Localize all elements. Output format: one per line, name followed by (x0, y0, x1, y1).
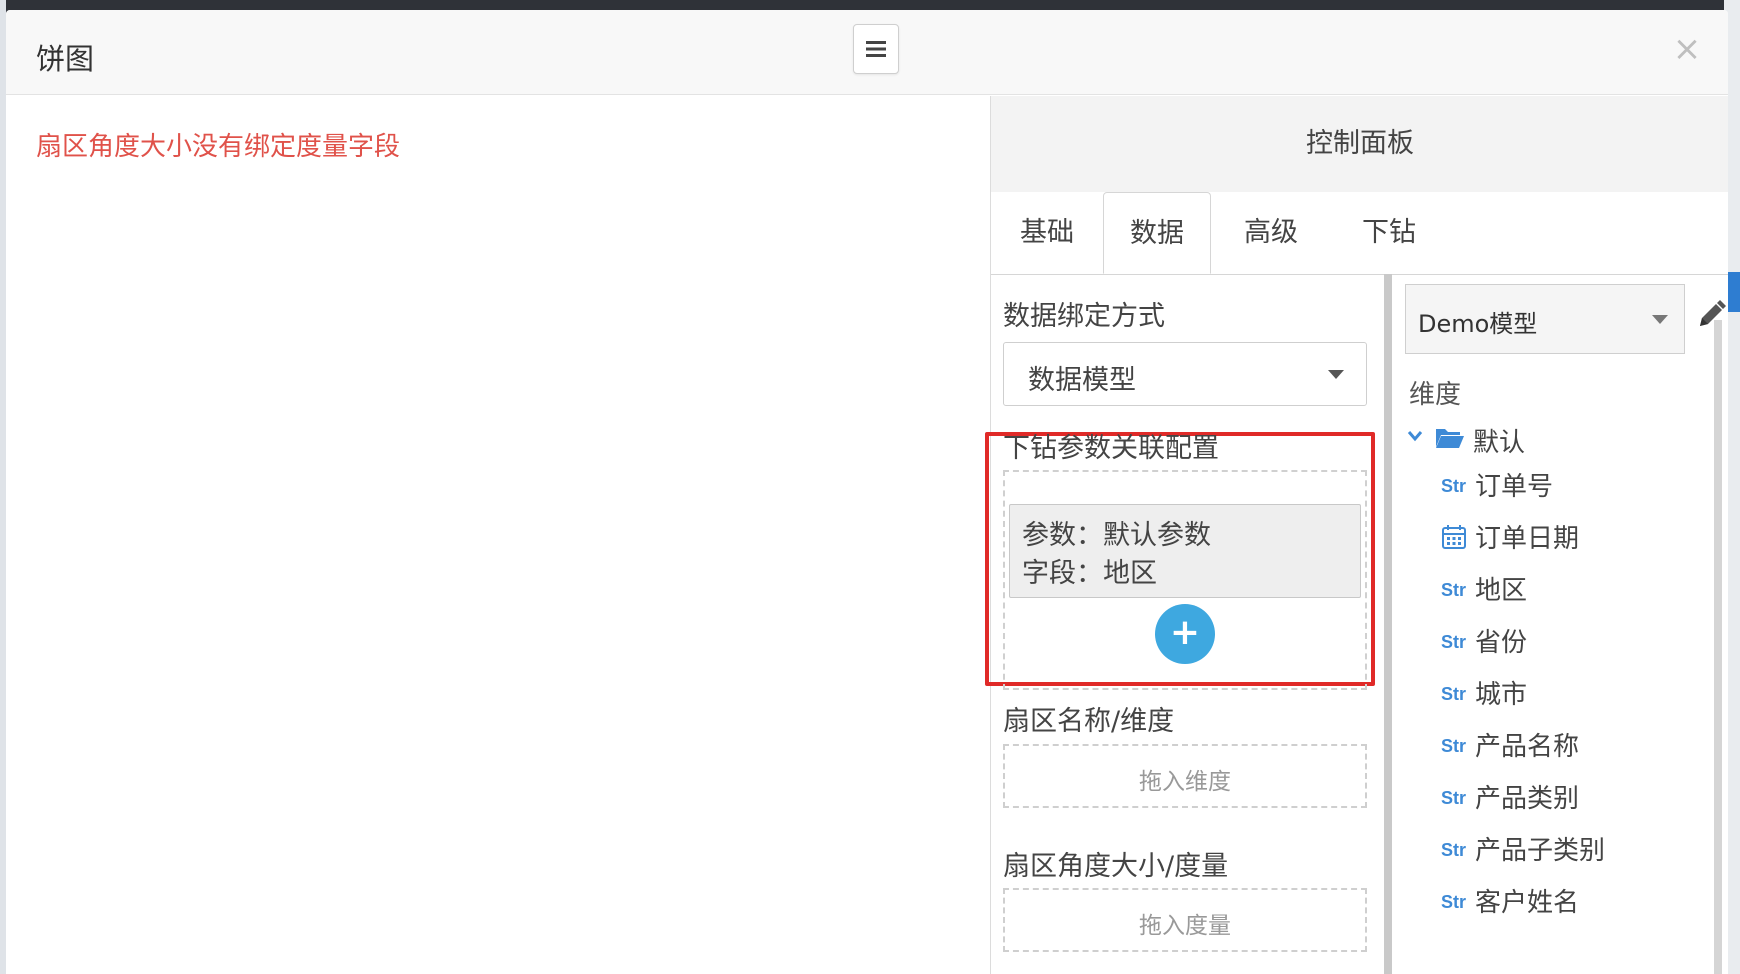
pie-chart-modal: 饼图 × 扇区角度大小没有绑定度量字段 控制面板 基础 数据 高级 下钻 数据绑… (6, 10, 1728, 974)
caret-down-icon (1652, 315, 1668, 324)
field-name: 省份 (1475, 628, 1528, 658)
field-name: 订单日期 (1475, 524, 1580, 554)
data-config-column: 数据绑定方式 数据模型 下钻参数关联配置 参数：默认参数 字段：地区 + 扇区名… (985, 274, 1379, 974)
panel-tabs: 基础 数据 高级 下钻 (991, 192, 1728, 275)
str-type-icon: Str (1441, 580, 1467, 600)
measure-dropzone-text: 拖入度量 (1139, 913, 1231, 939)
binding-mode-label: 数据绑定方式 (1003, 301, 1165, 332)
modal-title: 饼图 (36, 42, 95, 76)
model-select[interactable]: Demo模型 (1405, 284, 1685, 354)
field-list-column: Demo模型 维度 默认 Str 订单号 订单日期 Str 地区 Str 省份 … (1393, 274, 1728, 974)
field-name: 客户姓名 (1475, 888, 1580, 918)
field-name: 订单号 (1475, 472, 1554, 502)
str-type-icon: Str (1441, 892, 1467, 912)
str-type-icon: Str (1441, 788, 1467, 808)
add-param-button[interactable]: + (1155, 604, 1215, 664)
control-panel: 控制面板 基础 数据 高级 下钻 数据绑定方式 数据模型 下钻参数关联配置 参数… (985, 96, 1728, 974)
dimension-dropzone-text: 拖入维度 (1139, 769, 1231, 795)
control-panel-header: 控制面板 (991, 96, 1728, 193)
close-icon[interactable]: × (1670, 32, 1704, 66)
tab-data[interactable]: 数据 (1103, 192, 1211, 274)
param-line: 参数：默认参数 (1022, 520, 1211, 551)
control-panel-title: 控制面板 (1306, 128, 1414, 159)
tab-drilldown[interactable]: 下钻 (1337, 192, 1441, 274)
tab-advanced[interactable]: 高级 (1213, 192, 1329, 274)
modal-header: 饼图 × (6, 10, 1728, 95)
sector-name-label: 扇区名称/维度 (1003, 706, 1175, 737)
chevron-down-icon (1407, 431, 1423, 442)
field-name: 城市 (1475, 680, 1528, 710)
drill-config-label: 下钻参数关联配置 (1003, 433, 1219, 464)
str-type-icon: Str (1441, 840, 1467, 860)
field-name: 产品子类别 (1475, 836, 1606, 866)
field-name: 产品类别 (1475, 784, 1580, 814)
str-type-icon: Str (1441, 632, 1467, 652)
column-scrollbar[interactable] (1384, 274, 1392, 974)
warning-message: 扇区角度大小没有绑定度量字段 (36, 132, 401, 162)
field-name: 产品名称 (1475, 732, 1580, 762)
folder-name: 默认 (1473, 428, 1526, 458)
binding-mode-value: 数据模型 (1028, 365, 1136, 396)
sector-angle-label: 扇区角度大小/度量 (1003, 851, 1229, 882)
model-select-value: Demo模型 (1418, 310, 1538, 338)
tab-basic[interactable]: 基础 (991, 192, 1103, 274)
field-name: 地区 (1475, 576, 1528, 606)
dimension-dropzone[interactable]: 拖入维度 (1003, 744, 1367, 808)
str-type-icon: Str (1441, 736, 1467, 756)
drill-param-card[interactable]: 参数：默认参数 字段：地区 (1009, 504, 1361, 598)
measure-dropzone[interactable]: 拖入度量 (1003, 888, 1367, 952)
menu-button[interactable] (853, 24, 899, 74)
panel-scrollbar[interactable] (1714, 320, 1722, 974)
binding-mode-select[interactable]: 数据模型 (1003, 342, 1367, 406)
caret-down-icon (1328, 370, 1344, 379)
field-line: 字段：地区 (1022, 558, 1157, 589)
str-type-icon: Str (1441, 684, 1467, 704)
folder-open-icon (1436, 429, 1464, 448)
hamburger-icon (866, 41, 886, 57)
str-type-icon: Str (1441, 476, 1467, 496)
background-app-strip (0, 0, 1740, 10)
calendar-icon (1442, 525, 1466, 549)
dimension-label: 维度 (1409, 380, 1462, 410)
